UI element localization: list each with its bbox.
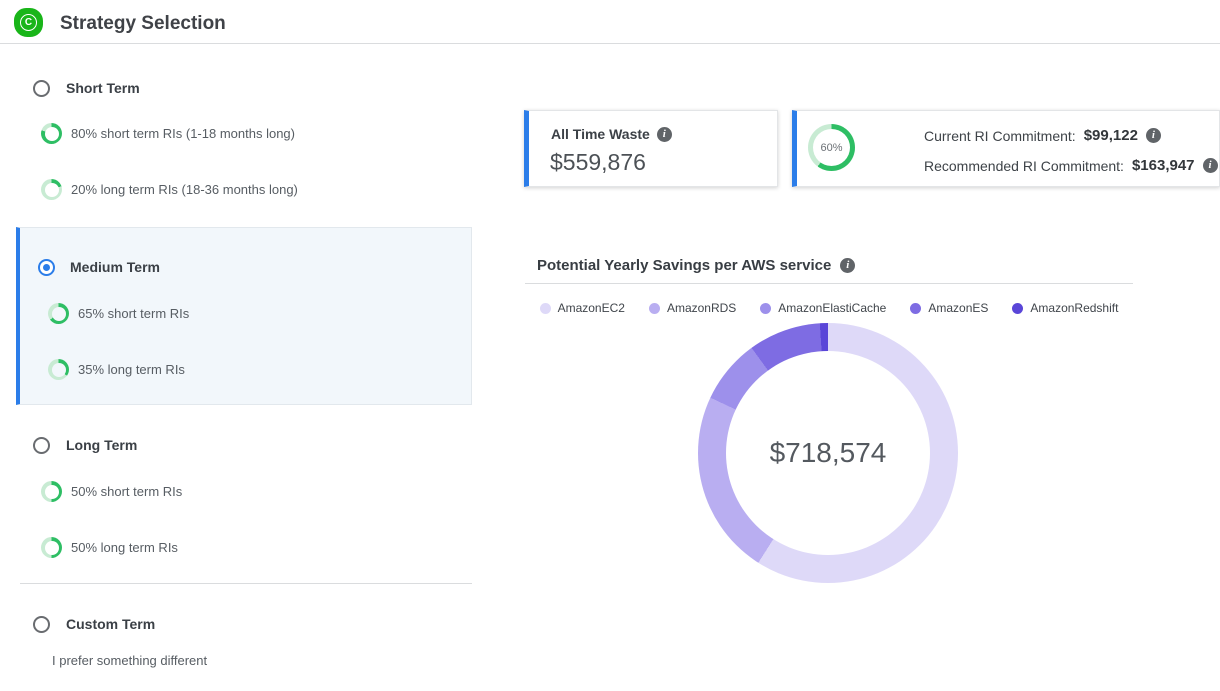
long-term-alloc1-label: 50% short term RIs: [71, 481, 182, 502]
medium-term-label[interactable]: Medium Term: [70, 259, 160, 276]
current-commitment-info-icon[interactable]: i: [1146, 128, 1161, 143]
option-medium-term-selected-box[interactable]: Medium Term 65% short term RIs 35% long …: [16, 227, 472, 405]
donut-center-total: $718,574: [698, 323, 958, 583]
strategy-selection-page: C Strategy Selection Short Term 80% shor…: [0, 0, 1220, 691]
medium-term-radio[interactable]: [38, 259, 55, 276]
short-term-label[interactable]: Short Term: [66, 80, 140, 97]
legend-item-es[interactable]: AmazonES: [910, 301, 988, 315]
legend-dot-rds: [649, 303, 660, 314]
legend-dot-redshift: [1012, 303, 1023, 314]
logo-c-glyph: C: [20, 14, 37, 31]
current-commitment-label: Current RI Commitment:: [924, 128, 1076, 144]
custom-term-radio[interactable]: [33, 616, 50, 633]
page-header: C Strategy Selection: [0, 0, 1220, 44]
short-term-radio[interactable]: [33, 80, 50, 97]
long-term-alloc2-label: 50% long term RIs: [71, 537, 178, 558]
all-time-waste-card: All Time Waste i $559,876: [524, 110, 778, 187]
long-term-alloc2-ring: [41, 537, 62, 558]
chart-divider: [525, 283, 1133, 284]
recommended-commitment-value: $163,947: [1132, 157, 1195, 174]
all-time-waste-label: All Time Waste: [551, 126, 650, 142]
legend-item-ec2[interactable]: AmazonEC2: [540, 301, 625, 315]
ri-commitment-card: 60% Current RI Commitment: $99,122 i Rec…: [792, 110, 1220, 187]
savings-chart-header: Potential Yearly Savings per AWS service…: [537, 257, 855, 274]
legend-dot-ec2: [540, 303, 551, 314]
savings-chart-title: Potential Yearly Savings per AWS service: [537, 257, 831, 274]
long-term-alloc1-ring: [41, 481, 62, 502]
savings-chart-info-icon[interactable]: i: [840, 258, 855, 273]
page-title: Strategy Selection: [60, 13, 226, 35]
left-panel-divider: [20, 583, 472, 584]
medium-term-alloc1-label: 65% short term RIs: [78, 303, 189, 324]
medium-term-alloc2-label: 35% long term RIs: [78, 359, 185, 380]
all-time-waste-info-icon[interactable]: i: [657, 127, 672, 142]
chart-legend: AmazonEC2 AmazonRDS AmazonElastiCache Am…: [525, 301, 1133, 315]
all-time-waste-value: $559,876: [550, 149, 646, 176]
short-term-alloc2-label: 20% long term RIs (18-36 months long): [71, 179, 298, 200]
recommended-commitment-info-icon[interactable]: i: [1203, 158, 1218, 173]
custom-term-description: I prefer something different: [52, 650, 207, 671]
long-term-label[interactable]: Long Term: [66, 437, 137, 454]
legend-item-rds[interactable]: AmazonRDS: [649, 301, 736, 315]
short-term-alloc2-ring: [41, 179, 62, 200]
legend-item-redshift[interactable]: AmazonRedshift: [1012, 301, 1118, 315]
medium-term-alloc2-ring: [48, 359, 69, 380]
short-term-alloc1-ring: [41, 123, 62, 144]
current-commitment-value: $99,122: [1084, 127, 1138, 144]
recommended-commitment-label: Recommended RI Commitment:: [924, 158, 1124, 174]
short-term-alloc1-label: 80% short term RIs (1-18 months long): [71, 123, 295, 144]
legend-dot-es: [910, 303, 921, 314]
legend-item-elasticache[interactable]: AmazonElastiCache: [760, 301, 886, 315]
medium-term-alloc1-ring: [48, 303, 69, 324]
custom-term-label[interactable]: Custom Term: [66, 616, 155, 633]
commitment-gauge-percent: 60%: [808, 124, 855, 171]
cloudcheckr-logo-icon: C: [14, 8, 43, 37]
legend-dot-elasticache: [760, 303, 771, 314]
long-term-radio[interactable]: [33, 437, 50, 454]
